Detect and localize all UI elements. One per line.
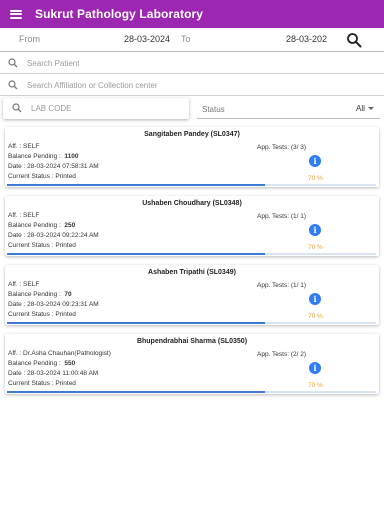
status-text: Current Status : Printed — [8, 242, 76, 249]
affiliation-text: Aff. : SELF — [8, 143, 40, 150]
app-title: Sukrut Pathology Laboratory — [35, 7, 204, 21]
progress-bar — [7, 253, 266, 255]
progress-bar — [7, 391, 266, 393]
progress-bar — [7, 184, 266, 186]
info-icon[interactable]: i — [309, 155, 321, 167]
balance-amount: 70 — [64, 291, 72, 298]
affiliation-text: Aff. : Dr.Asha Chauhan(Pathologist) — [8, 350, 111, 357]
search-affiliation-row — [0, 74, 384, 96]
date-text: Date : 28-03-2024 09:22:24 AM — [8, 232, 99, 239]
patient-card[interactable]: Ashaben Tripathi (SL0349) Aff. : SELF Ba… — [5, 265, 379, 325]
app-tests-text: App. Tests: (1/ 1) — [257, 213, 307, 220]
from-date-field[interactable]: 28-03-2024 — [124, 34, 170, 44]
status-dropdown[interactable]: All — [356, 104, 374, 113]
balance-line: Balance Pending : 70 — [8, 291, 72, 298]
status-underline — [197, 118, 380, 119]
search-icon — [12, 103, 22, 113]
app-tests-text: App. Tests: (2/ 2) — [257, 351, 307, 358]
balance-amount: 1100 — [64, 153, 79, 160]
app-tests-text: App. Tests: (1/ 1) — [257, 282, 307, 289]
patient-name: Ashaben Tripathi (SL0349) — [148, 269, 236, 276]
search-affiliation-input[interactable] — [27, 77, 367, 93]
progress-percent: 70 % — [308, 313, 323, 320]
patient-name: Sangitaben Pandey (SL0347) — [144, 131, 240, 138]
patient-card[interactable]: Sangitaben Pandey (SL0347) Aff. : SELF B… — [5, 127, 379, 187]
date-text: Date : 28-03-2024 09:23:31 AM — [8, 301, 99, 308]
lab-code-box — [3, 98, 189, 119]
status-value: All — [356, 104, 365, 113]
patient-card[interactable]: Ushaben Choudhary (SL0348) Aff. : SELF B… — [5, 196, 379, 256]
status-text: Current Status : Printed — [8, 173, 76, 180]
affiliation-text: Aff. : SELF — [8, 212, 40, 219]
balance-line: Balance Pending : 250 — [8, 222, 75, 229]
balance-amount: 250 — [64, 222, 76, 229]
hamburger-menu-icon[interactable] — [10, 9, 22, 19]
patient-name: Ushaben Choudhary (SL0348) — [142, 200, 242, 207]
progress-bar — [7, 322, 266, 324]
balance-label: Balance Pending : — [8, 153, 61, 160]
lab-code-input[interactable] — [31, 101, 181, 116]
to-label: To — [181, 34, 191, 44]
affiliation-text: Aff. : SELF — [8, 281, 40, 288]
balance-label: Balance Pending : — [8, 222, 61, 229]
caret-down-icon — [367, 107, 374, 110]
status-label: Status — [202, 105, 225, 114]
status-text: Current Status : Printed — [8, 311, 76, 318]
progress-track — [7, 184, 376, 186]
progress-percent: 70 % — [308, 175, 323, 182]
progress-track — [7, 322, 376, 324]
search-icon — [8, 58, 18, 68]
progress-percent: 70 % — [308, 244, 323, 251]
progress-track — [7, 391, 376, 393]
info-icon[interactable]: i — [309, 293, 321, 305]
balance-line: Balance Pending : 550 — [8, 360, 75, 367]
to-date-field[interactable]: 28-03-202 — [286, 34, 327, 44]
search-patient-row — [0, 52, 384, 74]
progress-track — [7, 253, 376, 255]
info-icon[interactable]: i — [309, 362, 321, 374]
date-text: Date : 28-03-2024 11:00:48 AM — [8, 370, 99, 377]
balance-label: Balance Pending : — [8, 291, 61, 298]
balance-label: Balance Pending : — [8, 360, 61, 367]
patient-card[interactable]: Bhupendrabhai Sharma (SL0350) Aff. : Dr.… — [5, 334, 379, 394]
progress-percent: 70 % — [308, 382, 323, 389]
app-bar: Sukrut Pathology Laboratory — [0, 0, 384, 28]
info-icon[interactable]: i — [309, 224, 321, 236]
from-label: From — [19, 34, 40, 44]
date-text: Date : 28-03-2024 07:58:31 AM — [8, 163, 99, 170]
app-tests-text: App. Tests: (3/ 3) — [257, 144, 307, 151]
balance-amount: 550 — [64, 360, 76, 367]
search-patient-input[interactable] — [27, 55, 367, 71]
status-text: Current Status : Printed — [8, 380, 76, 387]
balance-line: Balance Pending : 1100 — [8, 153, 79, 160]
search-icon — [8, 80, 18, 90]
date-filter-row: From 28-03-2024 To 28-03-202 — [0, 28, 384, 52]
patient-name: Bhupendrabhai Sharma (SL0350) — [136, 338, 248, 345]
search-icon[interactable] — [346, 32, 362, 48]
